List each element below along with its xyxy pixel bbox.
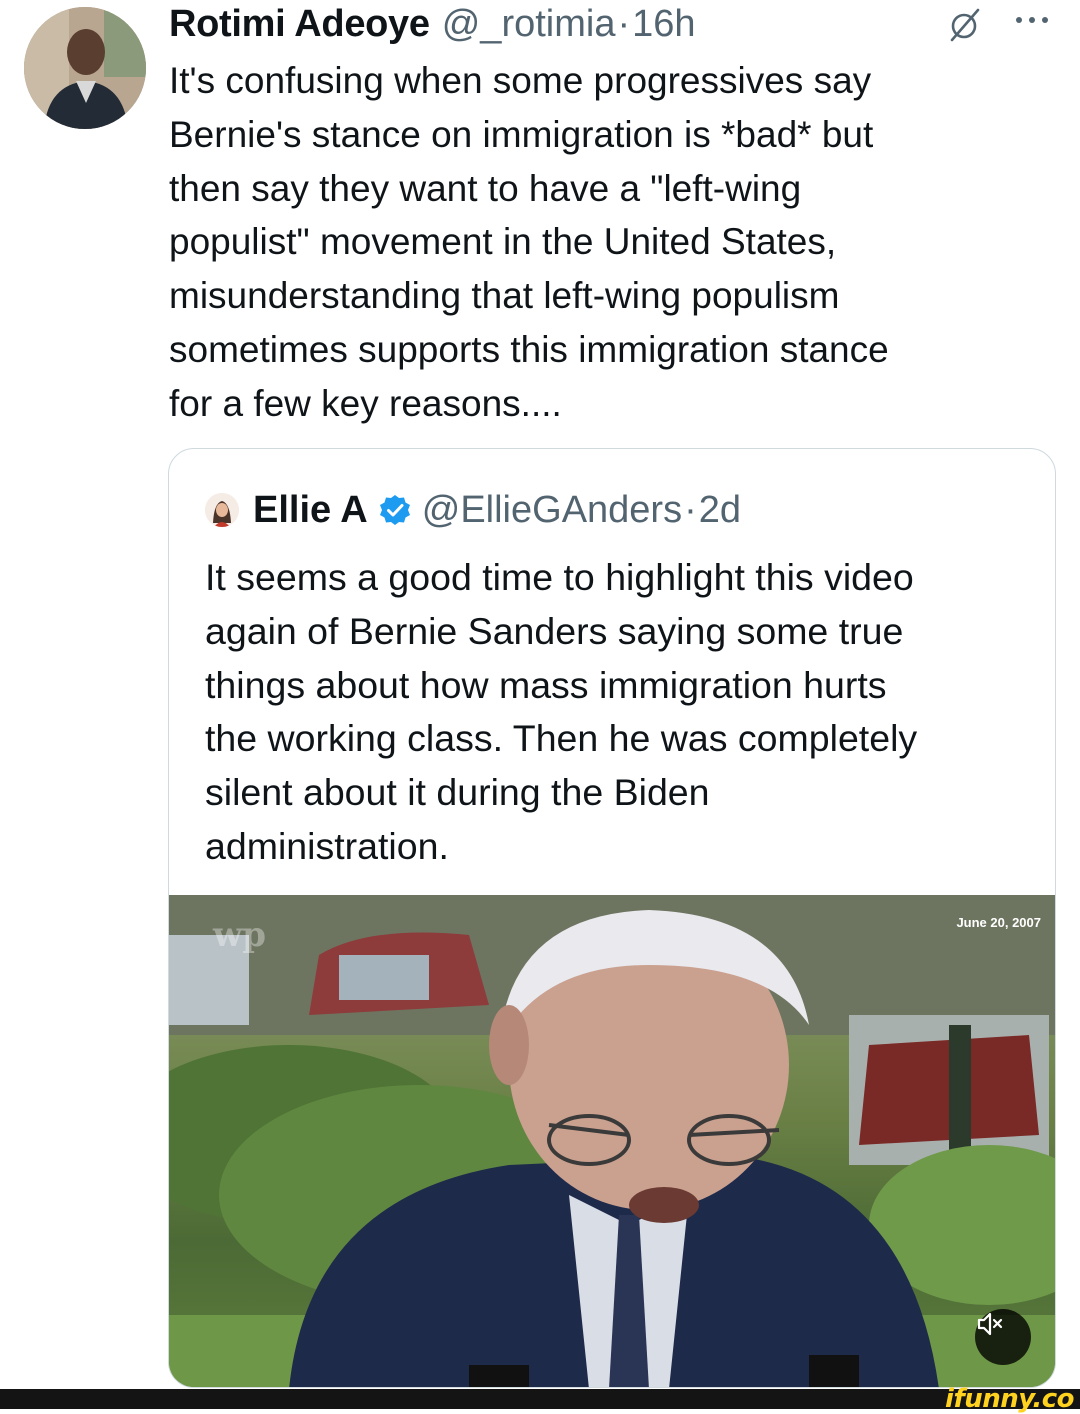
grok-icon[interactable]	[944, 4, 984, 44]
bottom-bar	[0, 1389, 1080, 1409]
author-name[interactable]: Rotimi Adeoye	[169, 3, 430, 46]
quoted-author-name[interactable]: Ellie A	[253, 489, 368, 532]
video-player[interactable]: wp June 20, 2007	[169, 895, 1055, 1387]
video-frame	[169, 895, 1055, 1387]
tweet-time[interactable]: 16h	[632, 3, 695, 46]
quoted-tweet-card[interactable]: Ellie A @EllieGAnders · 2d It seems a go…	[168, 448, 1056, 1388]
speaker-muted-icon	[977, 1312, 1003, 1336]
ifunny-watermark: ifunny.co	[945, 1384, 1074, 1414]
more-dots-icon[interactable]	[1013, 10, 1051, 30]
quoted-author-avatar[interactable]	[205, 493, 239, 527]
video-date-overlay: June 20, 2007	[956, 915, 1041, 930]
quoted-tweet-header: Ellie A @EllieGAnders · 2d	[205, 487, 741, 533]
quoted-tweet-time[interactable]: 2d	[699, 489, 741, 532]
author-handle[interactable]: @_rotimia	[442, 3, 616, 46]
author-avatar[interactable]	[24, 7, 146, 129]
separator-dot: ·	[617, 2, 631, 45]
mute-button[interactable]	[975, 1309, 1031, 1365]
tweet-header: Rotimi Adeoye @_rotimia · 16h	[169, 1, 696, 47]
video-logo: wp	[213, 915, 267, 955]
quoted-separator-dot: ·	[684, 488, 697, 531]
tweet-text: It's confusing when some progressives sa…	[169, 60, 889, 424]
quoted-tweet-text: It seems a good time to highlight this v…	[205, 556, 918, 867]
verified-badge-icon	[379, 495, 410, 525]
quoted-author-handle[interactable]: @EllieGAnders	[422, 489, 682, 532]
